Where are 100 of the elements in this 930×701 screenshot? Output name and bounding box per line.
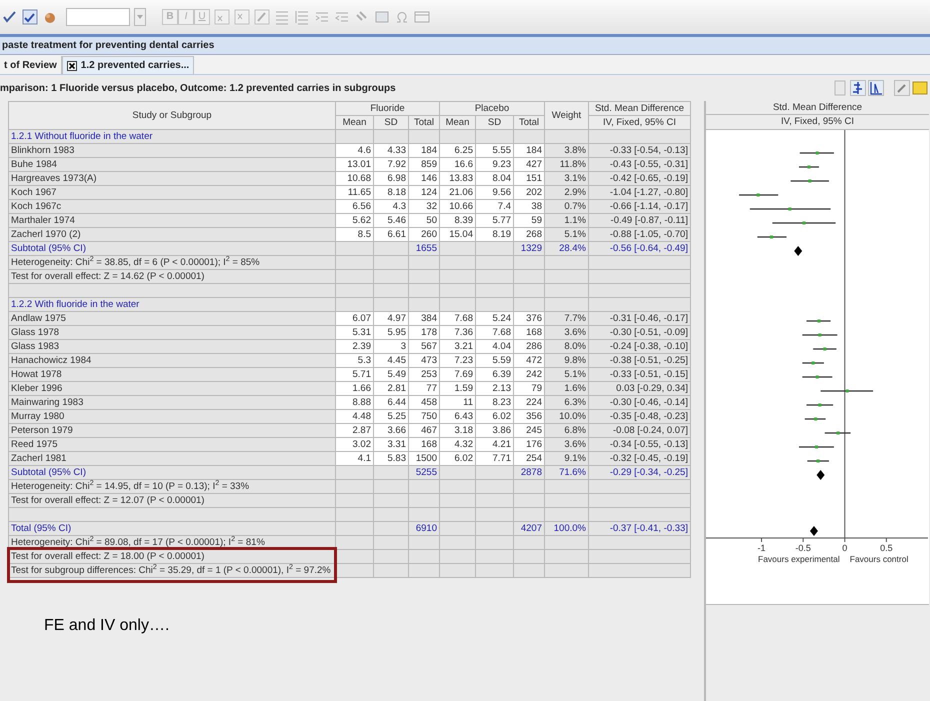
confidence-interval-line <box>813 348 836 350</box>
tick-label: 0.5 <box>880 543 893 553</box>
table-value: 1.1% <box>564 214 586 226</box>
study-name: Buhe 1984 <box>11 158 57 170</box>
row-label: 1.2.1 Without fluoride in the water <box>11 130 153 142</box>
tab[interactable]: 1.2 prevented carries... <box>62 56 194 74</box>
confidence-interval-line <box>757 236 786 238</box>
statistics-note: Test for overall effect: Z = 18.00 (P < 0.00001) <box>11 550 204 562</box>
review-title: paste treatment for preventing dental carries <box>1 39 216 53</box>
pen-icon[interactable] <box>254 9 270 25</box>
table-value: 71.6% <box>559 466 586 478</box>
confidence-interval-line <box>806 404 834 406</box>
estimate-marker <box>818 404 822 406</box>
table-value: 4.21 <box>492 438 511 450</box>
table-value: 3.21 <box>454 340 473 352</box>
table-value: 245 <box>526 424 542 436</box>
list-icon[interactable] <box>274 9 290 25</box>
table-value: 168 <box>526 326 542 338</box>
column-header: Total <box>514 116 544 130</box>
row-label: Subtotal (95% CI) <box>11 242 86 254</box>
study-name: Glass 1983 <box>11 340 60 352</box>
note-icon[interactable] <box>912 80 928 96</box>
table-value: -0.35 [-0.48, -0.23] <box>610 410 688 422</box>
table-value: 50 <box>426 214 437 226</box>
table-value: 11 <box>463 396 473 408</box>
study-name: Mainwaring 1983 <box>11 396 84 408</box>
study-name: Andlaw 1975 <box>11 312 66 324</box>
funnel-plot-icon[interactable] <box>868 80 884 96</box>
statistics-note: Heterogeneity: Chi$^{2}$ = 38.85, df = 6 (P < 0.00001); I$^{2}$ = 85% <box>11 256 260 268</box>
table-value: -0.66 [-1.14, -0.17] <box>610 200 688 212</box>
table-value: 184 <box>526 144 542 156</box>
estimate-marker <box>788 208 792 210</box>
table-value: 5.1% <box>564 368 586 380</box>
table-value: 4.33 <box>388 144 406 156</box>
check-icon[interactable] <box>2 9 18 25</box>
table-value: -0.33 [-0.51, -0.15] <box>610 368 688 380</box>
table-value: 178 <box>421 326 437 338</box>
table-value: 0.03 [-0.29, 0.34] <box>616 382 688 394</box>
table-value: -0.43 [-0.55, -0.31] <box>610 158 688 170</box>
column-header: Mean <box>336 116 374 130</box>
image-icon[interactable] <box>374 9 390 25</box>
statistics-note: Test for subgroup differences: Chi$^{2}$ = 35.29, df = 1 (P < 0.00001), I$^{2}$ = 97.2% <box>11 564 331 576</box>
table-value: -0.30 [-0.51, -0.09] <box>610 326 688 338</box>
table-value: 77 <box>426 382 437 394</box>
close-icon[interactable] <box>66 60 77 70</box>
table-value: 59 <box>531 214 542 226</box>
pen-icon[interactable] <box>894 80 910 96</box>
table-value: 5.49 <box>388 368 406 380</box>
caret-icon <box>137 15 143 19</box>
table-value: 202 <box>526 186 542 198</box>
table-value: 79 <box>531 382 542 394</box>
study-name: Koch 1967 <box>11 186 56 198</box>
table-value: 9.23 <box>492 158 511 170</box>
table-value: 2878 <box>520 466 542 478</box>
pooled-estimate-diamond <box>816 470 825 480</box>
font-select[interactable] <box>66 8 130 26</box>
table-value: 4.97 <box>388 312 406 324</box>
column-header: SD <box>476 116 514 130</box>
statistics-note: Test for overall effect: Z = 14.62 (P < 0.00001) <box>11 270 204 282</box>
dropdown-button[interactable] <box>134 8 146 26</box>
table-value: 4207 <box>520 522 542 534</box>
table-value: 467 <box>421 424 437 436</box>
table-value: 13.01 <box>347 158 371 170</box>
table-value: 6.39 <box>492 368 511 380</box>
table-value: 8.04 <box>492 172 511 184</box>
tick-label: -0.5 <box>795 543 811 553</box>
table-value: 427 <box>526 158 542 170</box>
estimate-marker <box>818 334 822 336</box>
table-value: 124 <box>421 186 437 198</box>
table-value: 2.87 <box>352 424 371 436</box>
table-value: 3.1% <box>564 172 586 184</box>
table-value: 286 <box>526 340 542 352</box>
tick-label: 0 <box>842 543 848 553</box>
axis-caption: Favours experimental <box>758 554 840 564</box>
table-value: 5.46 <box>388 214 406 226</box>
column-header[interactable]: Study or Subgroup <box>8 102 336 130</box>
table-value: 5.3 <box>358 354 371 366</box>
spellcheck-icon[interactable] <box>22 9 38 25</box>
column-header[interactable]: Weight <box>544 102 588 130</box>
forest-plot-icon[interactable] <box>850 80 866 96</box>
omega-icon[interactable] <box>394 9 410 25</box>
study-name: Glass 1978 <box>11 326 60 338</box>
table-value: 6.98 <box>388 172 406 184</box>
table-value: 750 <box>421 410 437 422</box>
table-value: 6.56 <box>352 200 371 212</box>
estimate-marker <box>836 432 840 434</box>
table-value: 7.92 <box>388 158 406 170</box>
confidence-interval-line <box>798 166 819 168</box>
table-value: 1329 <box>520 242 542 254</box>
table-value: 6.3% <box>564 396 586 408</box>
table-value: 1655 <box>416 242 437 254</box>
estimate-marker <box>816 460 820 462</box>
table-value: 7.68 <box>492 326 511 338</box>
table-value: 8.39 <box>454 214 473 226</box>
table-value: 4.48 <box>352 410 371 422</box>
numbered-list-icon[interactable] <box>294 9 310 25</box>
table-value: 268 <box>526 228 542 240</box>
table-icon[interactable] <box>414 9 430 25</box>
table-value: 13.83 <box>449 172 473 184</box>
table-value: -0.37 [-0.41, -0.33] <box>610 522 688 534</box>
